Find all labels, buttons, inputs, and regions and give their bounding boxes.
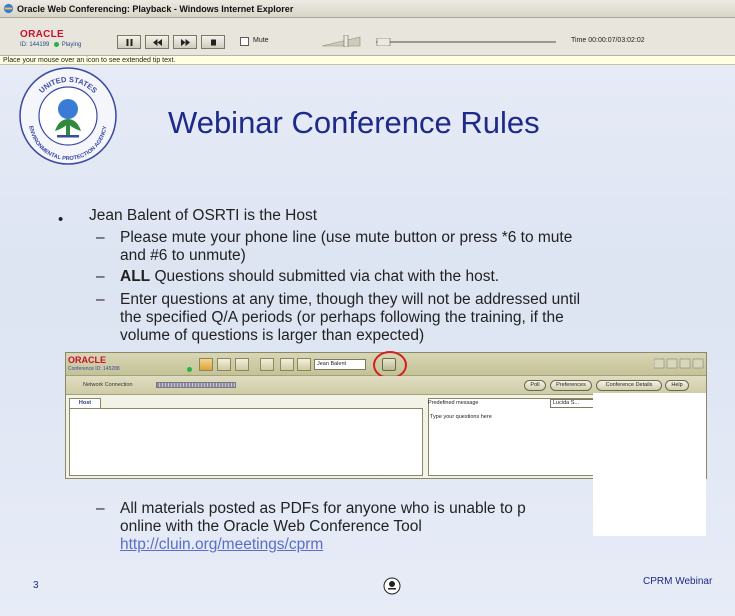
host-tab: Host <box>69 398 101 408</box>
status-dot-icon <box>54 42 60 47</box>
sub3-line3: volume of questions is larger than expec… <box>120 327 425 344</box>
time-readout: Time 00:00:07/03:02:02 <box>571 37 645 44</box>
dash-icon: – <box>96 229 105 246</box>
materials-link[interactable]: http://cluin.org/meetings/cprm <box>120 536 323 554</box>
window-controls-icon <box>654 358 704 369</box>
conference-details-button: Conference Details <box>596 380 662 391</box>
conference-id: ID: 144199 <box>20 42 50 49</box>
poll-button: Poll <box>524 380 546 391</box>
white-overlay <box>593 393 706 536</box>
sub2-rest: Questions should submitted via chat with… <box>150 268 500 285</box>
chat-panel <box>428 398 598 476</box>
network-label: Network Connection <box>83 382 133 388</box>
fast-forward-icon <box>180 38 190 46</box>
volume-thumb[interactable] <box>343 35 349 47</box>
playback-id: ID: 144199 Playing <box>20 42 81 48</box>
host-panel <box>69 408 423 476</box>
pause-icon <box>126 38 132 46</box>
page-number: 3 <box>33 580 39 591</box>
embedded-oracle-logo: ORACLE <box>68 355 106 365</box>
stop-button[interactable] <box>201 35 225 49</box>
bullet-icon: • <box>58 211 64 228</box>
bullet-main: Jean Balent of OSRTI is the Host <box>89 207 318 224</box>
mute-checkbox[interactable] <box>240 37 249 46</box>
slide: UNITED STATES ENVIRONMENTAL PROTECTION A… <box>0 65 735 616</box>
predefined-message-label: Predefined message <box>428 400 479 406</box>
layout-icon <box>217 358 231 371</box>
tip-bar: Place your mouse over an icon to see ext… <box>0 56 735 65</box>
sub2-bold: ALL <box>120 268 151 285</box>
document-icon <box>235 358 249 371</box>
dash-icon: – <box>96 291 105 308</box>
preferences-button: Preferences <box>550 380 592 391</box>
rewind-icon <box>152 38 162 46</box>
pause-button[interactable] <box>117 35 141 49</box>
seek-slider[interactable] <box>376 38 556 46</box>
ie-icon <box>3 3 14 14</box>
playback-toolbar: ORACLE ID: 144199 Playing Mute Time 00:0… <box>0 18 735 56</box>
dash-icon: – <box>96 500 105 517</box>
stop-icon <box>210 39 216 45</box>
materials-link-text[interactable]: http://cluin.org/meetings/cprm <box>120 536 323 553</box>
refresh-icon <box>260 358 274 371</box>
dash-icon: – <box>96 268 105 285</box>
conference-toolbar: ORACLE Conference ID: 145288 Jean Balent <box>66 351 706 379</box>
network-meter <box>156 382 236 388</box>
chat-highlight-circle <box>373 351 407 379</box>
font-select: Lucida S... <box>550 399 594 408</box>
footer-text: CPRM Webinar <box>643 576 713 587</box>
help-button: Help <box>665 380 689 391</box>
status-dot-icon <box>187 367 192 372</box>
chat-placeholder: Type your questions here <box>430 414 492 420</box>
host-select: Jean Balent <box>314 359 366 370</box>
presenter-icon <box>199 358 213 371</box>
mute-label: Mute <box>253 37 269 44</box>
seek-thumb[interactable] <box>376 38 391 46</box>
fast-forward-button[interactable] <box>173 35 197 49</box>
epa-seal-icon: UNITED STATES ENVIRONMENTAL PROTECTION A… <box>19 67 117 165</box>
sub2-line: ALL Questions should submitted via chat … <box>120 268 499 286</box>
epa-logo-icon <box>383 577 401 595</box>
embedded-conference-screenshot: ORACLE Conference ID: 145288 Jean Balent… <box>65 351 707 536</box>
sub3-line1: Enter questions at any time, though they… <box>120 291 581 308</box>
oracle-logo: ORACLE <box>20 29 65 40</box>
volume-slider[interactable] <box>322 35 362 47</box>
slide-title: Webinar Conference Rules <box>168 105 540 140</box>
rewind-button[interactable] <box>145 35 169 49</box>
sub4-line1: All materials posted as PDFs for anyone … <box>120 500 526 517</box>
sub4-line2: online with the Oracle Web Conference To… <box>120 518 422 535</box>
people-icon <box>280 358 294 371</box>
sub3-line2: the specified Q/A periods (or perhaps fo… <box>120 309 564 326</box>
window-title: Oracle Web Conferencing: Playback - Wind… <box>17 3 294 14</box>
embedded-conference-id: Conference ID: 145288 <box>68 366 120 372</box>
microphone-icon <box>297 358 311 371</box>
sub1-line2: and #6 to unmute) <box>120 247 246 264</box>
playback-status: Playing <box>61 42 82 49</box>
sub1-line1: Please mute your phone line (use mute bu… <box>120 229 573 246</box>
window-title-bar: Oracle Web Conferencing: Playback - Wind… <box>0 0 735 18</box>
